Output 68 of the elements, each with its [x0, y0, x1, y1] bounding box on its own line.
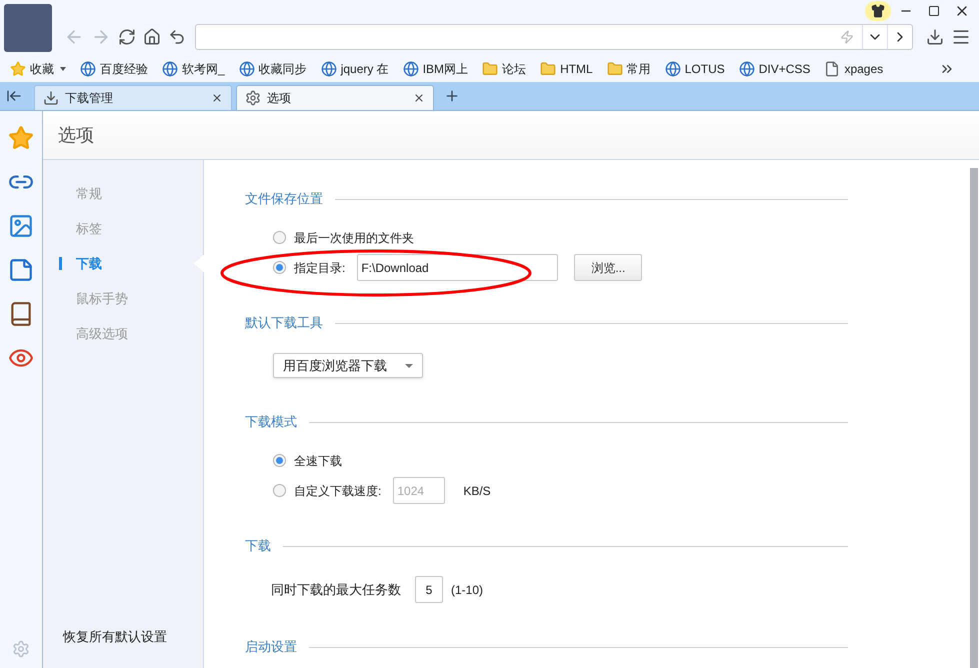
globe-icon	[80, 61, 96, 77]
bookmark[interactable]: 收藏	[10, 60, 66, 78]
bookmark[interactable]: HTML	[540, 60, 593, 78]
close-icon[interactable]	[413, 92, 425, 104]
section-heading: 下载	[245, 537, 271, 556]
bookmark[interactable]: jquery 在	[320, 60, 389, 78]
shirt-icon	[871, 4, 885, 18]
bookmark[interactable]: IBM网上	[402, 60, 468, 78]
bookmark[interactable]: 百度经验	[80, 60, 148, 78]
folder-icon	[482, 61, 498, 77]
star-icon	[10, 61, 26, 77]
range-hint: (1-10)	[451, 582, 484, 598]
bookmark[interactable]: 论坛	[482, 60, 526, 78]
section-heading: 启动设置	[245, 638, 297, 656]
scrollbar-thumb[interactable]	[970, 168, 978, 668]
star-icon[interactable]	[8, 125, 34, 151]
radio-label: 指定目录:	[294, 260, 346, 276]
radio-button[interactable]	[273, 231, 286, 244]
note-icon[interactable]	[8, 257, 34, 283]
unit-label: KB/S	[463, 482, 491, 500]
globe-icon	[320, 61, 337, 77]
home-icon[interactable]	[143, 28, 161, 46]
skin-button[interactable]	[865, 1, 891, 21]
field-label: 同时下载的最大任务数	[271, 580, 401, 599]
undo-icon[interactable]	[168, 28, 186, 46]
picture-icon[interactable]	[8, 213, 34, 239]
sidebar-toggle-icon[interactable]	[6, 88, 22, 104]
maximize-icon[interactable]	[928, 5, 940, 17]
page-icon	[824, 61, 840, 77]
folder-icon	[606, 61, 623, 77]
gear-icon	[245, 90, 261, 106]
folder-icon	[540, 61, 556, 77]
download-icon	[43, 90, 59, 106]
tab[interactable]: 选项	[236, 85, 434, 110]
caret-icon	[405, 364, 413, 368]
globe-icon	[162, 61, 178, 77]
new-tab-icon[interactable]	[444, 88, 460, 104]
globe-icon	[402, 61, 419, 77]
section-heading: 文件保存位置	[245, 190, 323, 208]
number-field[interactable]: 5	[415, 576, 443, 603]
selection-bar	[59, 257, 62, 270]
bookmark[interactable]: 收藏同步	[238, 60, 307, 78]
refresh-icon[interactable]	[118, 28, 136, 46]
download-icon[interactable]	[926, 28, 944, 46]
radio-label: 自定义下载速度:	[294, 482, 382, 500]
radio-button[interactable]	[273, 454, 286, 467]
radio-label: 全速下载	[294, 452, 342, 470]
text-field[interactable]: F:\Download	[357, 254, 558, 281]
bookmark[interactable]: LOTUS	[664, 60, 725, 78]
tab[interactable]: 下载管理	[34, 85, 232, 110]
section-heading: 默认下载工具	[245, 314, 323, 332]
radio-label: 最后一次使用的文件夹	[294, 230, 414, 246]
page-title: 选项	[58, 124, 94, 146]
radio-button[interactable]	[273, 484, 286, 497]
bookmark[interactable]: DIV+CSS	[738, 60, 810, 78]
globe-icon	[738, 61, 755, 77]
bookmark[interactable]: 常用	[606, 60, 651, 78]
browse-button[interactable]: 浏览...	[574, 254, 642, 281]
section-heading: 下载模式	[245, 413, 297, 432]
globe-icon	[238, 61, 255, 77]
radio-button[interactable]	[273, 261, 286, 274]
globe-icon	[664, 61, 681, 77]
close-icon[interactable]	[211, 92, 223, 104]
dropdown[interactable]: 用百度浏览器下载	[273, 353, 423, 378]
caret-icon	[60, 67, 66, 71]
bookmark[interactable]: xpages	[824, 60, 884, 78]
reset-link[interactable]: 恢复所有默认设置	[43, 626, 203, 668]
bookmark[interactable]: 软考网_	[162, 60, 225, 78]
